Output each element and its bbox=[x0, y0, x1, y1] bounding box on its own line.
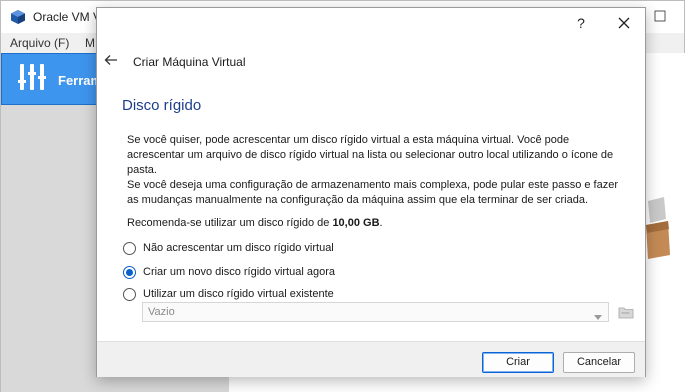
radio-button-selected[interactable] bbox=[123, 265, 136, 279]
create-vm-dialog: ? Criar Máquina Virtual Disco rígido Se … bbox=[96, 7, 646, 377]
section-title: Disco rígido bbox=[122, 97, 202, 114]
help-button[interactable]: ? bbox=[572, 13, 590, 33]
create-button[interactable]: Criar bbox=[482, 352, 554, 373]
description-paragraph-2: Se você deseja uma configuração de armaz… bbox=[127, 179, 619, 206]
recommendation-prefix: Recomenda-se utilizar um disco rígido de bbox=[127, 217, 333, 229]
radio-button[interactable] bbox=[123, 287, 136, 301]
recommendation-text: Recomenda-se utilizar um disco rígido de… bbox=[127, 216, 627, 231]
main-window-title: Oracle VM V bbox=[33, 10, 102, 24]
cancel-button[interactable]: Cancelar bbox=[563, 352, 635, 373]
dialog-title: Criar Máquina Virtual bbox=[133, 55, 246, 69]
maximize-icon[interactable] bbox=[653, 9, 667, 23]
dropdown-arrow-icon bbox=[594, 310, 602, 320]
option-create-new-disk[interactable]: Criar um novo disco rígido virtual agora bbox=[123, 264, 335, 280]
recommended-size: 10,00 GB bbox=[332, 217, 380, 229]
menu-arquivo[interactable]: Arquivo (F) bbox=[10, 36, 69, 50]
tools-illustration-icon bbox=[642, 189, 672, 259]
close-icon[interactable] bbox=[615, 14, 633, 32]
existing-disk-select[interactable]: Vazio bbox=[142, 302, 609, 322]
menu-maquina[interactable]: M bbox=[85, 36, 95, 50]
recommendation-suffix: . bbox=[379, 217, 383, 229]
description-paragraph-1: Se você quiser, pode acrescentar um disc… bbox=[127, 134, 614, 176]
existing-disk-select-value: Vazio bbox=[148, 306, 175, 318]
option-use-existing-disk[interactable]: Utilizar um disco rígido virtual existen… bbox=[123, 286, 334, 302]
tools-icon bbox=[17, 62, 47, 94]
dialog-footer: Criar Cancelar bbox=[97, 341, 645, 377]
option-create-new-disk-label: Criar um novo disco rígido virtual agora bbox=[143, 266, 335, 278]
option-no-disk-label: Não acrescentar um disco rígido virtual bbox=[143, 242, 334, 254]
radio-button[interactable] bbox=[123, 241, 136, 255]
virtualbox-icon bbox=[10, 9, 26, 25]
back-arrow-icon[interactable] bbox=[104, 53, 118, 67]
option-no-disk[interactable]: Não acrescentar um disco rígido virtual bbox=[123, 240, 334, 256]
option-use-existing-disk-label: Utilizar um disco rígido virtual existen… bbox=[143, 288, 334, 300]
folder-icon[interactable] bbox=[618, 304, 634, 320]
